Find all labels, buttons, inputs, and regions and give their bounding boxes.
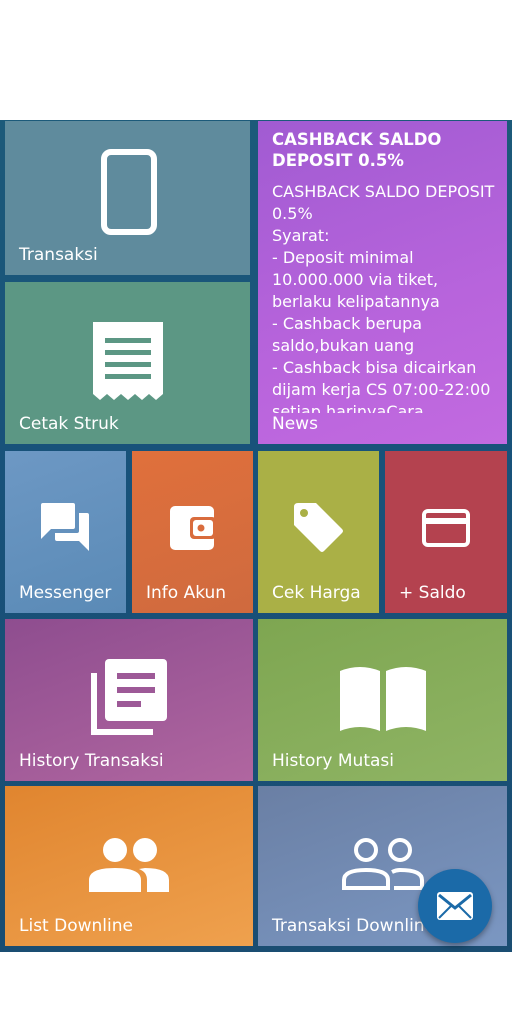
tile-label: Info Akun xyxy=(146,583,227,603)
tile-info-akun[interactable]: Info Akun xyxy=(132,451,253,613)
card-icon xyxy=(422,509,470,547)
tile-transaksi[interactable]: Transaksi xyxy=(5,121,250,275)
news-title: CASHBACK SALDO DEPOSIT 0.5% xyxy=(272,130,442,170)
tile-saldo[interactable]: + Saldo xyxy=(385,451,507,613)
book-icon xyxy=(340,667,426,731)
group-icon xyxy=(89,838,169,892)
phone-icon xyxy=(101,149,157,235)
tile-cek-harga[interactable]: Cek Harga xyxy=(258,451,379,613)
tile-label: History Mutasi xyxy=(272,751,394,771)
tile-label: + Saldo xyxy=(399,583,466,603)
tile-label: Cek Harga xyxy=(272,583,361,603)
tag-icon xyxy=(294,503,343,552)
receipt-icon xyxy=(93,322,163,400)
news-body: CASHBACK SALDO DEPOSIT 0.5% Syarat: - De… xyxy=(272,182,495,413)
list-icon xyxy=(91,659,167,735)
mail-icon xyxy=(437,892,473,920)
tile-label: History Transaksi xyxy=(19,751,164,771)
group-outline-icon xyxy=(342,838,424,890)
tile-label: Transaksi Downline xyxy=(272,916,436,936)
wallet-icon xyxy=(170,506,216,550)
tile-label: News xyxy=(272,414,318,434)
tile-cetak-struk[interactable]: Cetak Struk xyxy=(5,282,250,444)
tile-messenger[interactable]: Messenger xyxy=(5,451,126,613)
tile-label: Messenger xyxy=(19,583,112,603)
tile-news[interactable]: CASHBACK SALDO DEPOSIT 0.5% CASHBACK SAL… xyxy=(258,121,507,444)
mail-fab-button[interactable] xyxy=(418,869,492,943)
tile-list-downline[interactable]: List Downline xyxy=(5,786,253,946)
tile-history-transaksi[interactable]: History Transaksi xyxy=(5,619,253,781)
tile-label: Cetak Struk xyxy=(19,414,119,434)
menu-grid: Transaksi Cetak Struk CASHBACK SALDO DEP… xyxy=(0,120,512,952)
tile-label: Transaksi xyxy=(19,245,98,265)
tile-label: List Downline xyxy=(19,916,133,936)
tile-history-mutasi[interactable]: History Mutasi xyxy=(258,619,507,781)
chat-icon xyxy=(41,503,89,551)
